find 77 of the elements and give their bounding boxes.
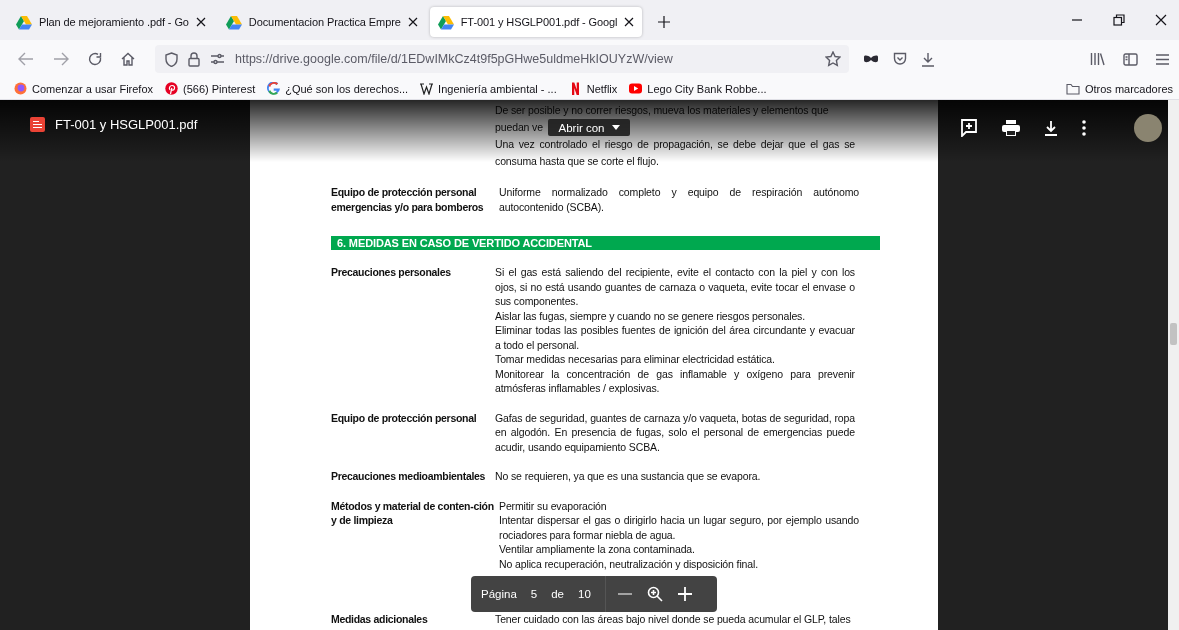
browser-tab[interactable]: FT-001 y HSGLP001.pdf - Googl (429, 7, 643, 37)
drive-icon (437, 14, 454, 30)
folder-icon (1065, 82, 1080, 95)
file-name: FT-001 y HSGLP001.pdf (55, 117, 198, 132)
library-icon[interactable] (1090, 52, 1105, 66)
paragraph: Uniforme normalizado completo y equipo de respiración autónomo autocontenido (SCBA). (499, 185, 859, 214)
paragraph: puedan ve (495, 120, 543, 135)
field-label: Métodos y material de conten-ción y de limpieza (331, 498, 495, 528)
bookmark-link[interactable]: Netflix (568, 82, 618, 95)
paragraph: Aislar las fugas, siempre y cuando no se genere riesgos personales. (495, 308, 807, 323)
field-label: Equipo de protección personal (331, 410, 478, 425)
zoom-in-icon[interactable] (646, 586, 663, 602)
drive-icon (225, 14, 242, 30)
bookmark-link[interactable]: ¿Qué son los derechos... (267, 82, 409, 95)
reload-icon[interactable] (88, 52, 102, 66)
bookmark-link[interactable]: Lego City Bank Robbe... (629, 82, 767, 95)
add-comment-icon[interactable] (960, 119, 978, 137)
bookmark-link[interactable]: Ingeniería ambiental - ... (420, 82, 557, 95)
page-label: Página (481, 588, 517, 600)
address-field[interactable]: https://drive.google.com/file/d/1EDwIMkCz4t9f5pGHwe5uldmeHkIOUYzW/view (155, 45, 849, 73)
more-options-icon[interactable] (1082, 120, 1086, 136)
browser-tab[interactable]: Plan de mejoramiento .pdf - Go (8, 7, 214, 37)
section-heading: 6. MEDIDAS EN CASO DE VERTIDO ACCIDENTAL (331, 236, 880, 250)
paragraph: Intentar dispersar el gas o dirigirlo hacia un lugar seguro, por ejemplo usando rociadores para formar niebla de agua. (499, 513, 859, 542)
paragraph: Tomar medidas necesarias para eliminar electricidad estática. (495, 352, 776, 367)
paragraph: Si el gas está saliendo del recipiente, evite el contacto con la piel y con los ojos, si no está usando guantes de carnaza o vaqueta, evite tocar el envase o sus componentes. (495, 265, 855, 309)
restore-icon[interactable] (1113, 14, 1125, 26)
url-text: https://drive.google.com/file/d/1EDwIMkCz4t9f5pGHwe5uldmeHkIOUYzW/view (235, 52, 674, 66)
close-icon[interactable] (195, 17, 206, 27)
pocket-icon[interactable] (893, 52, 907, 66)
plus-icon[interactable] (677, 587, 692, 601)
paragraph: Una vez controlado el riesgo de propagación, se debe dejar que el gas se consuma hasta que se corte el flujo. (495, 137, 855, 169)
field-label: Precauciones medioambientales (331, 469, 487, 484)
permissions-icon[interactable] (210, 53, 225, 65)
new-tab-icon[interactable] (658, 16, 671, 28)
shield-icon[interactable] (165, 51, 178, 67)
paragraph: Eliminar todas las posibles fuentes de ignición del área circundante y evacuar a todo el personal. (495, 323, 855, 352)
browser-tab[interactable]: Documentacion Practica Empre (217, 7, 426, 37)
drive-icon (16, 14, 32, 30)
home-icon[interactable] (121, 52, 135, 66)
youtube-icon (629, 82, 643, 95)
avatar[interactable] (1134, 114, 1162, 142)
pinterest-icon (165, 82, 179, 95)
open-with-button[interactable]: Abrir con (548, 119, 630, 136)
paragraph: No aplica recuperación, neutralización y disposición final. (499, 556, 760, 571)
download-icon[interactable] (921, 51, 935, 67)
sidebar-icon[interactable] (1123, 52, 1138, 66)
paragraph: Tener cuidado con las áreas bajo nivel donde se pueda acumular el GLP, tales (495, 612, 852, 627)
google-icon (267, 82, 281, 95)
field-label: Medidas adicionales (331, 612, 429, 627)
paragraph: Monitorear la concentración de gas inflamable y oxígeno para prevenir atmósferas inflamables / explosivas. (495, 366, 855, 396)
firefox-icon (14, 82, 27, 95)
scrollbar[interactable] (1168, 100, 1179, 630)
pdf-file-icon (30, 117, 45, 132)
bookmark-link[interactable]: Comenzar a usar Firefox (14, 82, 154, 95)
paragraph: Permitir su evaporación (499, 498, 608, 513)
close-icon[interactable] (1155, 14, 1167, 26)
paragraph: De ser posible y no correr riesgos, mueva los materiales y elementos que (495, 103, 829, 118)
caret-icon (611, 125, 620, 130)
paragraph: Gafas de seguridad, guantes de carnaza y/o vaqueta, botas de seguridad, ropa en algodón. En presencia de fugas, solo el personal de emergencias puede acudir, usando equipamiento SCBA. (495, 410, 855, 454)
close-icon[interactable] (624, 17, 635, 27)
other-bookmarks-folder[interactable]: Otros marcadores (1065, 82, 1173, 95)
menu-icon[interactable] (1156, 53, 1169, 65)
mask-icon[interactable] (863, 54, 879, 64)
w-letter-icon (420, 82, 434, 95)
paragraph: No se requieren, ya que es una sustancia que se evapora. (495, 469, 762, 484)
close-icon[interactable] (407, 17, 418, 27)
paragraph: Ventilar ampliamente la zona contaminada. (499, 542, 696, 557)
page-separator: de (551, 588, 564, 600)
star-icon[interactable] (825, 51, 841, 67)
page-total: 10 (578, 588, 591, 600)
print-icon[interactable] (1002, 120, 1020, 136)
field-label: Equipo de protección personal emergencias y/o para bomberos (331, 185, 485, 214)
field-label: Precauciones personales (331, 265, 452, 280)
page-number[interactable]: 5 (530, 588, 538, 600)
bookmark-link[interactable]: (566) Pinterest (165, 82, 256, 95)
lock-icon[interactable] (188, 51, 200, 67)
